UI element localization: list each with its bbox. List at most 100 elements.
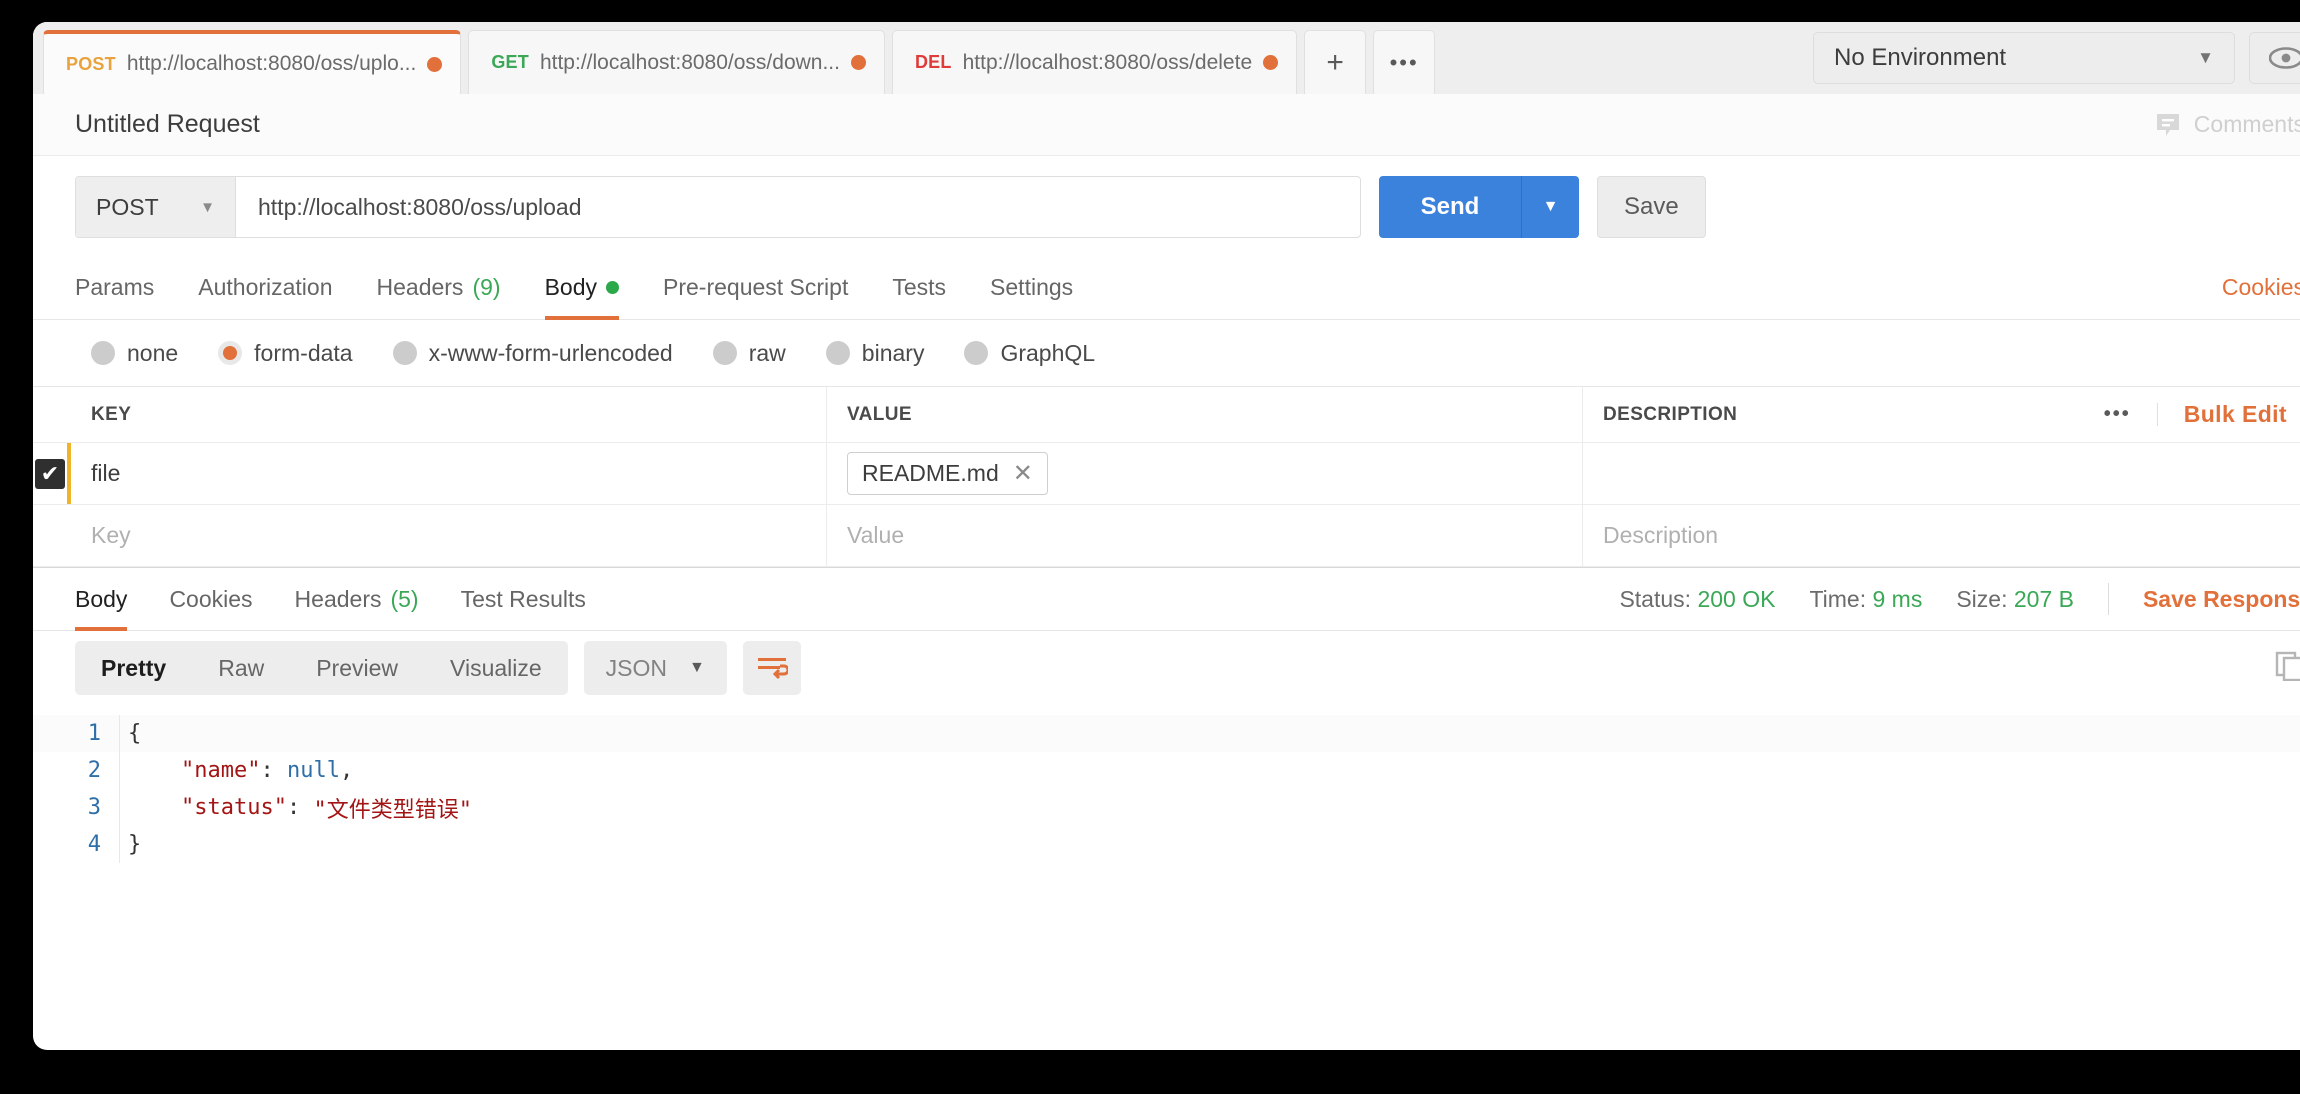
eye-icon (2269, 47, 2300, 69)
send-button-group: Send ▼ (1379, 176, 1579, 238)
response-tab-headers[interactable]: Headers (5) (295, 567, 419, 631)
request-tab-del-delete[interactable]: DEL http://localhost:8080/oss/delete (891, 30, 1298, 94)
row-value-file-cell[interactable]: README.md ✕ (827, 443, 1583, 504)
url-input[interactable]: http://localhost:8080/oss/upload (236, 177, 1360, 237)
column-header-description: DESCRIPTION ••• Bulk Edit (1583, 387, 2300, 442)
tab-method-label: GET (491, 52, 529, 72)
send-options-button[interactable]: ▼ (1521, 176, 1579, 238)
divider (2107, 583, 2109, 615)
tab-tests[interactable]: Tests (892, 256, 946, 320)
code-line-text: } (119, 826, 2300, 863)
body-type-raw[interactable]: raw (712, 340, 786, 367)
response-view-switcher: Pretty Raw Preview Visualize (75, 641, 568, 695)
radio-icon (712, 341, 737, 365)
tab-headers[interactable]: Headers (9) (377, 256, 501, 320)
code-token-colon: : (260, 758, 287, 783)
environment-area: No Environment ▼ (1813, 22, 2300, 94)
view-raw-button[interactable]: Raw (192, 641, 290, 695)
code-token-comma: , (339, 758, 354, 783)
row-checkbox-cell[interactable]: ✔ (33, 443, 71, 504)
row-key-input[interactable]: file (71, 443, 827, 504)
body-type-x-www-form-urlencoded[interactable]: x-www-form-urlencoded (392, 340, 673, 367)
environment-selector[interactable]: No Environment ▼ (1813, 32, 2235, 84)
size-group: Size: 207 B (1956, 586, 2074, 613)
response-tab-cookies[interactable]: Cookies (169, 567, 252, 631)
new-row-description-input[interactable]: Description (1583, 505, 2300, 566)
view-pretty-button[interactable]: Pretty (75, 641, 192, 695)
code-token: { (128, 721, 142, 746)
size-label: Size: (1956, 585, 2008, 612)
copy-icon (2275, 651, 2300, 681)
response-tab-headers-label: Headers (294, 585, 382, 612)
tab-params[interactable]: Params (75, 256, 154, 320)
view-preview-button[interactable]: Preview (290, 641, 424, 695)
view-visualize-button[interactable]: Visualize (424, 641, 568, 695)
body-type-form-data[interactable]: form-data (218, 340, 353, 367)
response-tab-test-results[interactable]: Test Results (461, 567, 586, 631)
time-value: 9 ms (1872, 585, 1923, 612)
size-value: 207 B (2013, 585, 2074, 612)
tab-body-label: Body (544, 274, 597, 300)
body-type-binary[interactable]: binary (825, 339, 925, 367)
response-format-selector[interactable]: JSON ▼ (583, 641, 727, 695)
new-row-key-input[interactable]: Key (71, 505, 827, 566)
row-checkbox-checked-icon[interactable]: ✔ (35, 458, 65, 489)
http-method-label: POST (96, 193, 159, 220)
radio-icon (91, 341, 115, 365)
body-type-none[interactable]: none (91, 340, 178, 367)
code-token-null: null (286, 758, 340, 783)
table-options-button[interactable]: ••• (2078, 403, 2158, 426)
column-header-key: KEY (71, 387, 827, 442)
code-token-string: "文件类型错误" (313, 797, 472, 823)
body-type-graphql[interactable]: GraphQL (964, 340, 1095, 367)
comments-label: Comments (2193, 111, 2300, 137)
copy-response-button[interactable] (2275, 651, 2300, 686)
tab-method-label: DEL (914, 52, 952, 72)
tab-options-button[interactable]: ••• (1373, 30, 1436, 94)
tab-pre-request-script[interactable]: Pre-request Script (663, 256, 848, 320)
body-type-graphql-label: GraphQL (1000, 339, 1096, 366)
tab-authorization[interactable]: Authorization (198, 256, 332, 320)
new-tab-button[interactable]: + (1304, 30, 1367, 94)
request-tab-get-download[interactable]: GET http://localhost:8080/oss/down... (468, 30, 885, 94)
tab-url-label: http://localhost:8080/oss/down... (539, 50, 840, 74)
wrap-text-icon (757, 658, 788, 680)
response-tab-body[interactable]: Body (75, 567, 128, 631)
save-response-button[interactable]: Save Response (2143, 586, 2300, 613)
tab-params-label: Params (75, 274, 155, 300)
response-body-code[interactable]: 1 { 2 "name" : null , 3 "status" : "文件类型… (33, 705, 2300, 915)
row-checkbox-cell-empty[interactable] (33, 505, 71, 566)
environment-quick-look-button[interactable] (2249, 32, 2300, 84)
line-number: 3 (87, 795, 101, 820)
chevron-down-icon: ▼ (200, 198, 215, 216)
method-url-group: POST ▼ http://localhost:8080/oss/upload (75, 176, 1361, 238)
request-tab-bar: POST http://localhost:8080/oss/uplo... G… (33, 22, 2300, 94)
save-button[interactable]: Save (1597, 176, 1706, 238)
request-tab-post-upload[interactable]: POST http://localhost:8080/oss/uplo... (43, 30, 462, 94)
http-method-selector[interactable]: POST ▼ (76, 177, 236, 237)
column-header-description-label: DESCRIPTION (1603, 403, 1738, 425)
tab-settings[interactable]: Settings (990, 256, 1073, 320)
response-tab-test-results-label: Test Results (460, 585, 586, 612)
tab-authorization-label: Authorization (198, 274, 333, 300)
tab-headers-count: (9) (472, 274, 501, 300)
page-title: Untitled Request (75, 110, 260, 138)
line-number: 1 (87, 721, 101, 746)
tab-tests-label: Tests (892, 274, 947, 300)
row-description-input[interactable] (1583, 443, 2300, 504)
body-type-binary-label: binary (861, 339, 925, 366)
bulk-edit-button[interactable]: Bulk Edit (2158, 401, 2300, 428)
wrap-lines-button[interactable] (742, 641, 801, 695)
body-type-radio-group: none form-data x-www-form-urlencoded raw… (33, 320, 2300, 386)
tab-body[interactable]: Body (544, 256, 620, 320)
selected-file-chip[interactable]: README.md ✕ (847, 452, 1048, 495)
send-button[interactable]: Send (1379, 176, 1521, 238)
url-bar-row: POST ▼ http://localhost:8080/oss/upload … (33, 156, 2300, 256)
time-label: Time: (1809, 585, 1867, 612)
new-row-value-input[interactable]: Value (827, 505, 1583, 566)
remove-file-icon[interactable]: ✕ (1013, 459, 1033, 488)
response-tab-cookies-label: Cookies (169, 585, 253, 612)
cookies-link[interactable]: Cookies (2222, 274, 2300, 301)
comments-button[interactable]: Comments (2154, 111, 2300, 139)
